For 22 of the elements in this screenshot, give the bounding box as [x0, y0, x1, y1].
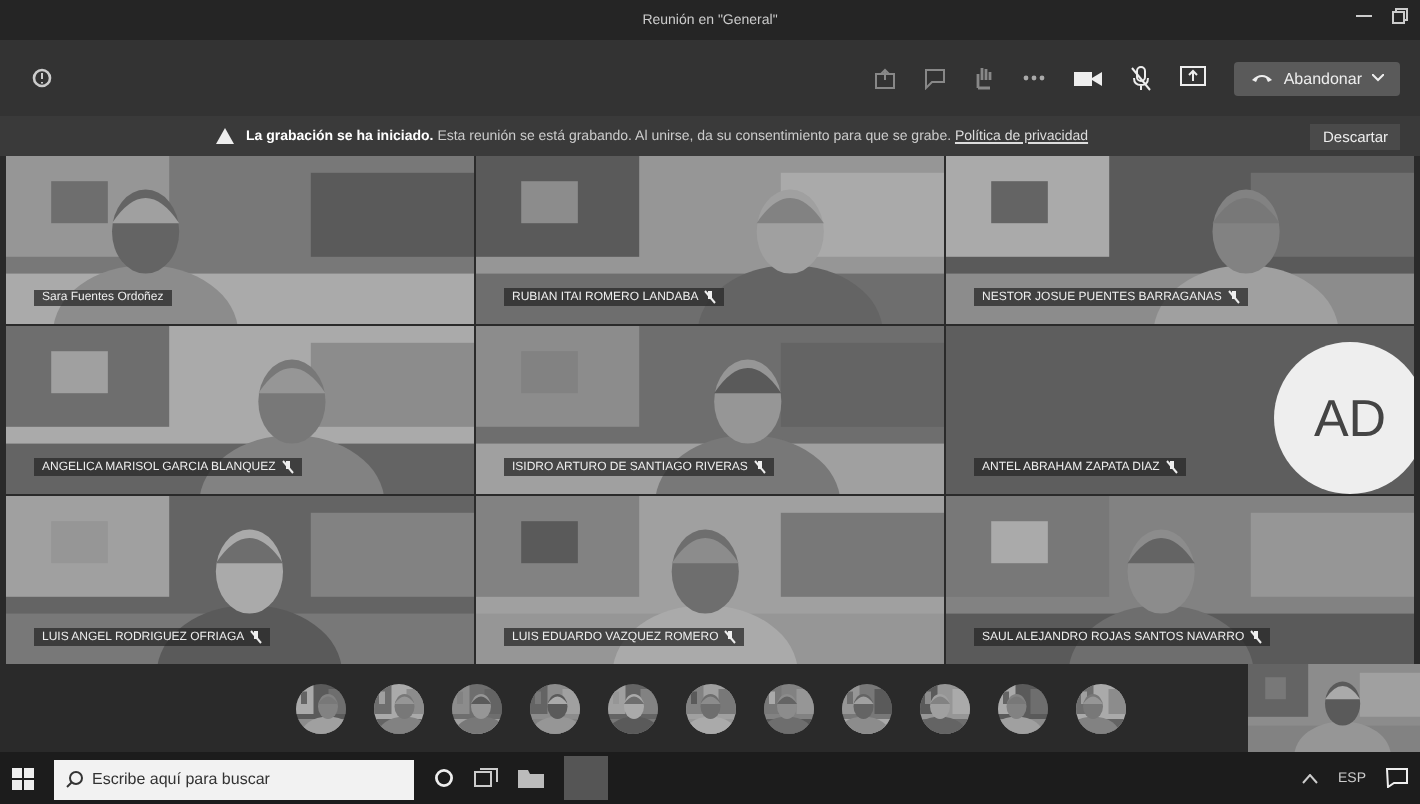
windows-icon[interactable]	[12, 767, 34, 789]
chevron-up-icon[interactable]	[1301, 773, 1318, 783]
leave-button[interactable]: Abandonar	[1233, 61, 1400, 95]
camera-icon[interactable]	[1073, 69, 1102, 87]
task-view-icon[interactable]	[474, 768, 498, 788]
info-icon[interactable]	[32, 68, 52, 88]
caret-icon	[1372, 74, 1384, 82]
notification-icon[interactable]	[1386, 768, 1408, 788]
phone-icon	[1249, 72, 1274, 84]
restore-icon[interactable]	[1392, 8, 1408, 24]
mic-off-icon[interactable]	[1129, 65, 1152, 91]
screen-share-icon[interactable]	[1179, 66, 1206, 90]
warning-icon	[216, 128, 234, 144]
more-icon[interactable]	[1021, 74, 1046, 82]
search-icon	[66, 769, 84, 787]
chat-icon[interactable]	[923, 67, 946, 89]
folder-icon[interactable]	[518, 768, 544, 788]
search-field[interactable]: Escribe aquí para buscar	[54, 759, 414, 799]
share-icon[interactable]	[873, 67, 896, 89]
avatar: AD	[1274, 342, 1414, 494]
hand-icon[interactable]	[973, 66, 994, 90]
circle-icon[interactable]	[434, 768, 454, 788]
